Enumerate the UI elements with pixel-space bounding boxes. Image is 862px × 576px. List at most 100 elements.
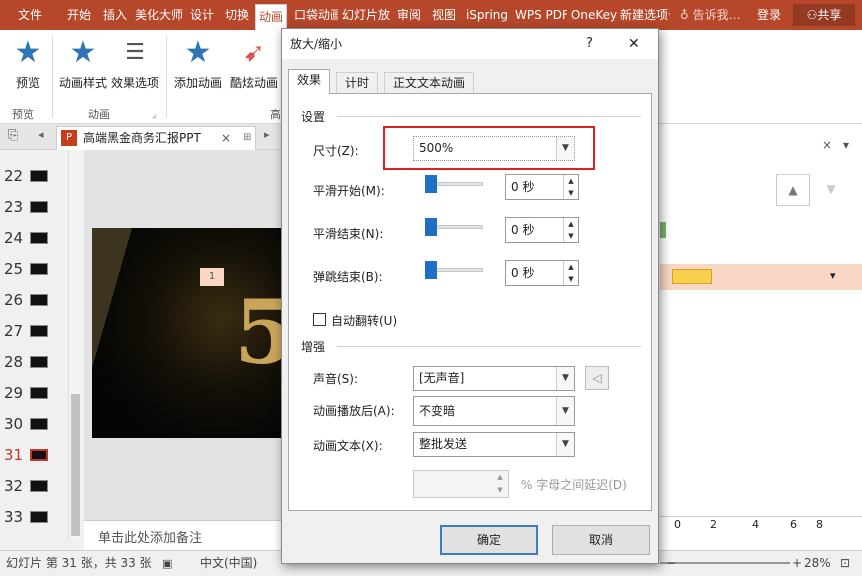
share-button[interactable]: ⚇共享 bbox=[793, 4, 855, 26]
tab-home[interactable]: 开始 bbox=[62, 0, 96, 30]
add-animation-button[interactable]: ★ 添加动画 bbox=[172, 36, 224, 91]
tab-new[interactable]: 新建选项卡 bbox=[620, 0, 670, 30]
speaker-icon[interactable]: ◁ bbox=[585, 366, 609, 390]
move-down-button[interactable]: ▼ bbox=[814, 174, 848, 206]
tab-timing[interactable]: 计时 bbox=[336, 72, 379, 93]
smooth-start-spinner[interactable]: 0 秒 ▲ ▼ bbox=[505, 174, 579, 200]
slide-preview[interactable] bbox=[30, 418, 48, 430]
tab-animation[interactable]: 动画 bbox=[255, 4, 287, 30]
tab-transition[interactable]: 切换 bbox=[221, 0, 253, 30]
zoom-slider[interactable] bbox=[660, 562, 790, 564]
auto-reverse-checkbox[interactable] bbox=[313, 313, 326, 326]
animation-list-item[interactable]: ▾ bbox=[660, 264, 862, 290]
slide-thumbnail-item[interactable]: 22 bbox=[0, 162, 70, 193]
bounce-end-spinner[interactable]: 0 秒 ▲ ▼ bbox=[505, 260, 579, 286]
tab-file[interactable]: 文件 bbox=[8, 0, 52, 30]
slide-preview[interactable] bbox=[30, 325, 48, 337]
chevron-down-icon[interactable]: ▼ bbox=[556, 397, 574, 425]
slide-preview[interactable] bbox=[30, 232, 48, 244]
zoom-in-icon[interactable]: + bbox=[792, 551, 802, 576]
tell-me-box[interactable]: ♁ 告诉我… bbox=[680, 0, 741, 30]
tab-insert[interactable]: 插入 bbox=[99, 0, 131, 30]
thumbnail-icon[interactable]: ⎘ bbox=[8, 128, 18, 143]
fit-slide-icon[interactable]: ⊡ bbox=[840, 551, 850, 576]
chevron-down-icon[interactable]: ▼ bbox=[556, 433, 574, 456]
help-button[interactable]: ? bbox=[586, 29, 593, 59]
sound-select[interactable]: [无声音] ▼ bbox=[413, 366, 575, 391]
tab-ispring[interactable]: iSpring bbox=[462, 0, 512, 30]
document-tab[interactable]: P 高端黑金商务汇报PPT × ⊞ bbox=[56, 126, 256, 150]
spin-up-icon[interactable]: ▲ bbox=[563, 218, 578, 230]
slide-preview[interactable] bbox=[30, 263, 48, 275]
language-indicator[interactable]: 中文(中国) bbox=[200, 551, 257, 576]
move-up-button[interactable]: ▲ bbox=[776, 174, 810, 206]
smooth-end-slider-thumb[interactable] bbox=[425, 218, 437, 236]
slide-canvas[interactable]: 5 1 bbox=[92, 228, 284, 438]
bounce-end-slider-thumb[interactable] bbox=[425, 261, 437, 279]
spin-up-icon[interactable]: ▲ bbox=[563, 175, 578, 187]
animation-order-badge[interactable]: 1 bbox=[200, 268, 224, 286]
slide-thumbnail-item[interactable]: 24 bbox=[0, 224, 70, 255]
dialog-launcher-icon[interactable]: ⌟ bbox=[152, 110, 156, 120]
close-tab-icon[interactable]: × bbox=[221, 127, 231, 149]
size-combo[interactable]: 500% ▼ bbox=[413, 136, 575, 161]
slide-thumbnail-item[interactable]: 27 bbox=[0, 317, 70, 348]
thumbnail-scrollbar[interactable] bbox=[68, 150, 82, 540]
tab-view[interactable]: 视图 bbox=[428, 0, 460, 30]
smooth-end-spinner[interactable]: 0 秒 ▲ ▼ bbox=[505, 217, 579, 243]
cancel-button[interactable]: 取消 bbox=[552, 525, 650, 555]
close-dialog-button[interactable]: ✕ bbox=[628, 29, 640, 59]
zoom-level[interactable]: 28% bbox=[804, 551, 831, 576]
tab-slideshow[interactable]: 幻灯片放映 bbox=[342, 0, 390, 30]
tab-effect[interactable]: 效果 bbox=[288, 69, 331, 94]
notes-area[interactable]: 单击此处添加备注 bbox=[84, 520, 284, 550]
item-dropdown-icon[interactable]: ▾ bbox=[830, 269, 836, 282]
login-link[interactable]: 登录 bbox=[757, 0, 781, 30]
smooth-start-slider-thumb[interactable] bbox=[425, 175, 437, 193]
tab-wps-pdf[interactable]: WPS PDF bbox=[515, 0, 567, 30]
slide-thumbnail-item[interactable]: 31 bbox=[0, 441, 70, 472]
tab-onekey[interactable]: OneKey bbox=[570, 0, 618, 30]
slide-preview[interactable] bbox=[30, 294, 48, 306]
animation-style-button[interactable]: ★ 动画样式 bbox=[58, 36, 108, 91]
spin-up-icon[interactable]: ▲ bbox=[563, 261, 578, 273]
spellcheck-icon[interactable]: ▣ bbox=[162, 551, 172, 576]
scroll-left-icon[interactable]: ◂ bbox=[38, 128, 44, 141]
slide-preview[interactable] bbox=[30, 356, 48, 368]
close-pane-icon[interactable]: × bbox=[822, 138, 832, 152]
chevron-down-icon[interactable]: ▼ bbox=[556, 137, 574, 160]
pin-icon[interactable]: ⊞ bbox=[243, 127, 251, 149]
slide-preview[interactable] bbox=[30, 480, 48, 492]
auto-reverse-label[interactable]: 自动翻转(U) bbox=[331, 312, 397, 329]
scroll-right-icon[interactable]: ▸ bbox=[264, 128, 270, 141]
animate-text-select[interactable]: 整批发送 ▼ bbox=[413, 432, 575, 457]
slide-thumbnail-item[interactable]: 28 bbox=[0, 348, 70, 379]
slide-thumbnail-item[interactable]: 23 bbox=[0, 193, 70, 224]
tab-review[interactable]: 审阅 bbox=[394, 0, 424, 30]
slide-thumbnail-item[interactable]: 33 bbox=[0, 503, 70, 534]
slide-preview[interactable] bbox=[30, 387, 48, 399]
tab-pocket-animation[interactable]: 口袋动画 bbox=[294, 0, 338, 30]
slide-preview[interactable] bbox=[30, 449, 48, 461]
ok-button[interactable]: 确定 bbox=[440, 525, 538, 555]
dropdown-icon[interactable]: ▾ bbox=[843, 138, 849, 152]
cool-animation-button[interactable]: ➹ 酷炫动画 bbox=[228, 36, 280, 91]
tab-beautify[interactable]: 美化大师 bbox=[134, 0, 184, 30]
effect-options-button[interactable]: ☰ 效果选项 bbox=[110, 36, 160, 91]
slide-preview[interactable] bbox=[30, 170, 48, 182]
slide-thumbnail-item[interactable]: 29 bbox=[0, 379, 70, 410]
slide-thumbnail-item[interactable]: 26 bbox=[0, 286, 70, 317]
preview-button[interactable]: ★ 预览 bbox=[8, 36, 48, 91]
chevron-down-icon[interactable]: ▼ bbox=[556, 367, 574, 390]
zoom-out-icon[interactable]: − bbox=[666, 551, 676, 576]
slide-thumbnail-item[interactable]: 25 bbox=[0, 255, 70, 286]
tab-design[interactable]: 设计 bbox=[186, 0, 218, 30]
after-animation-select[interactable]: 不变暗 ▼ bbox=[413, 396, 575, 426]
spin-down-icon[interactable]: ▼ bbox=[563, 230, 578, 242]
slide-thumbnail-item[interactable]: 32 bbox=[0, 472, 70, 503]
spin-down-icon[interactable]: ▼ bbox=[563, 187, 578, 199]
scrollbar-thumb[interactable] bbox=[71, 394, 80, 536]
slide-thumbnail-item[interactable]: 30 bbox=[0, 410, 70, 441]
tab-text-animation[interactable]: 正文文本动画 bbox=[384, 72, 475, 93]
slide-preview[interactable] bbox=[30, 201, 48, 213]
